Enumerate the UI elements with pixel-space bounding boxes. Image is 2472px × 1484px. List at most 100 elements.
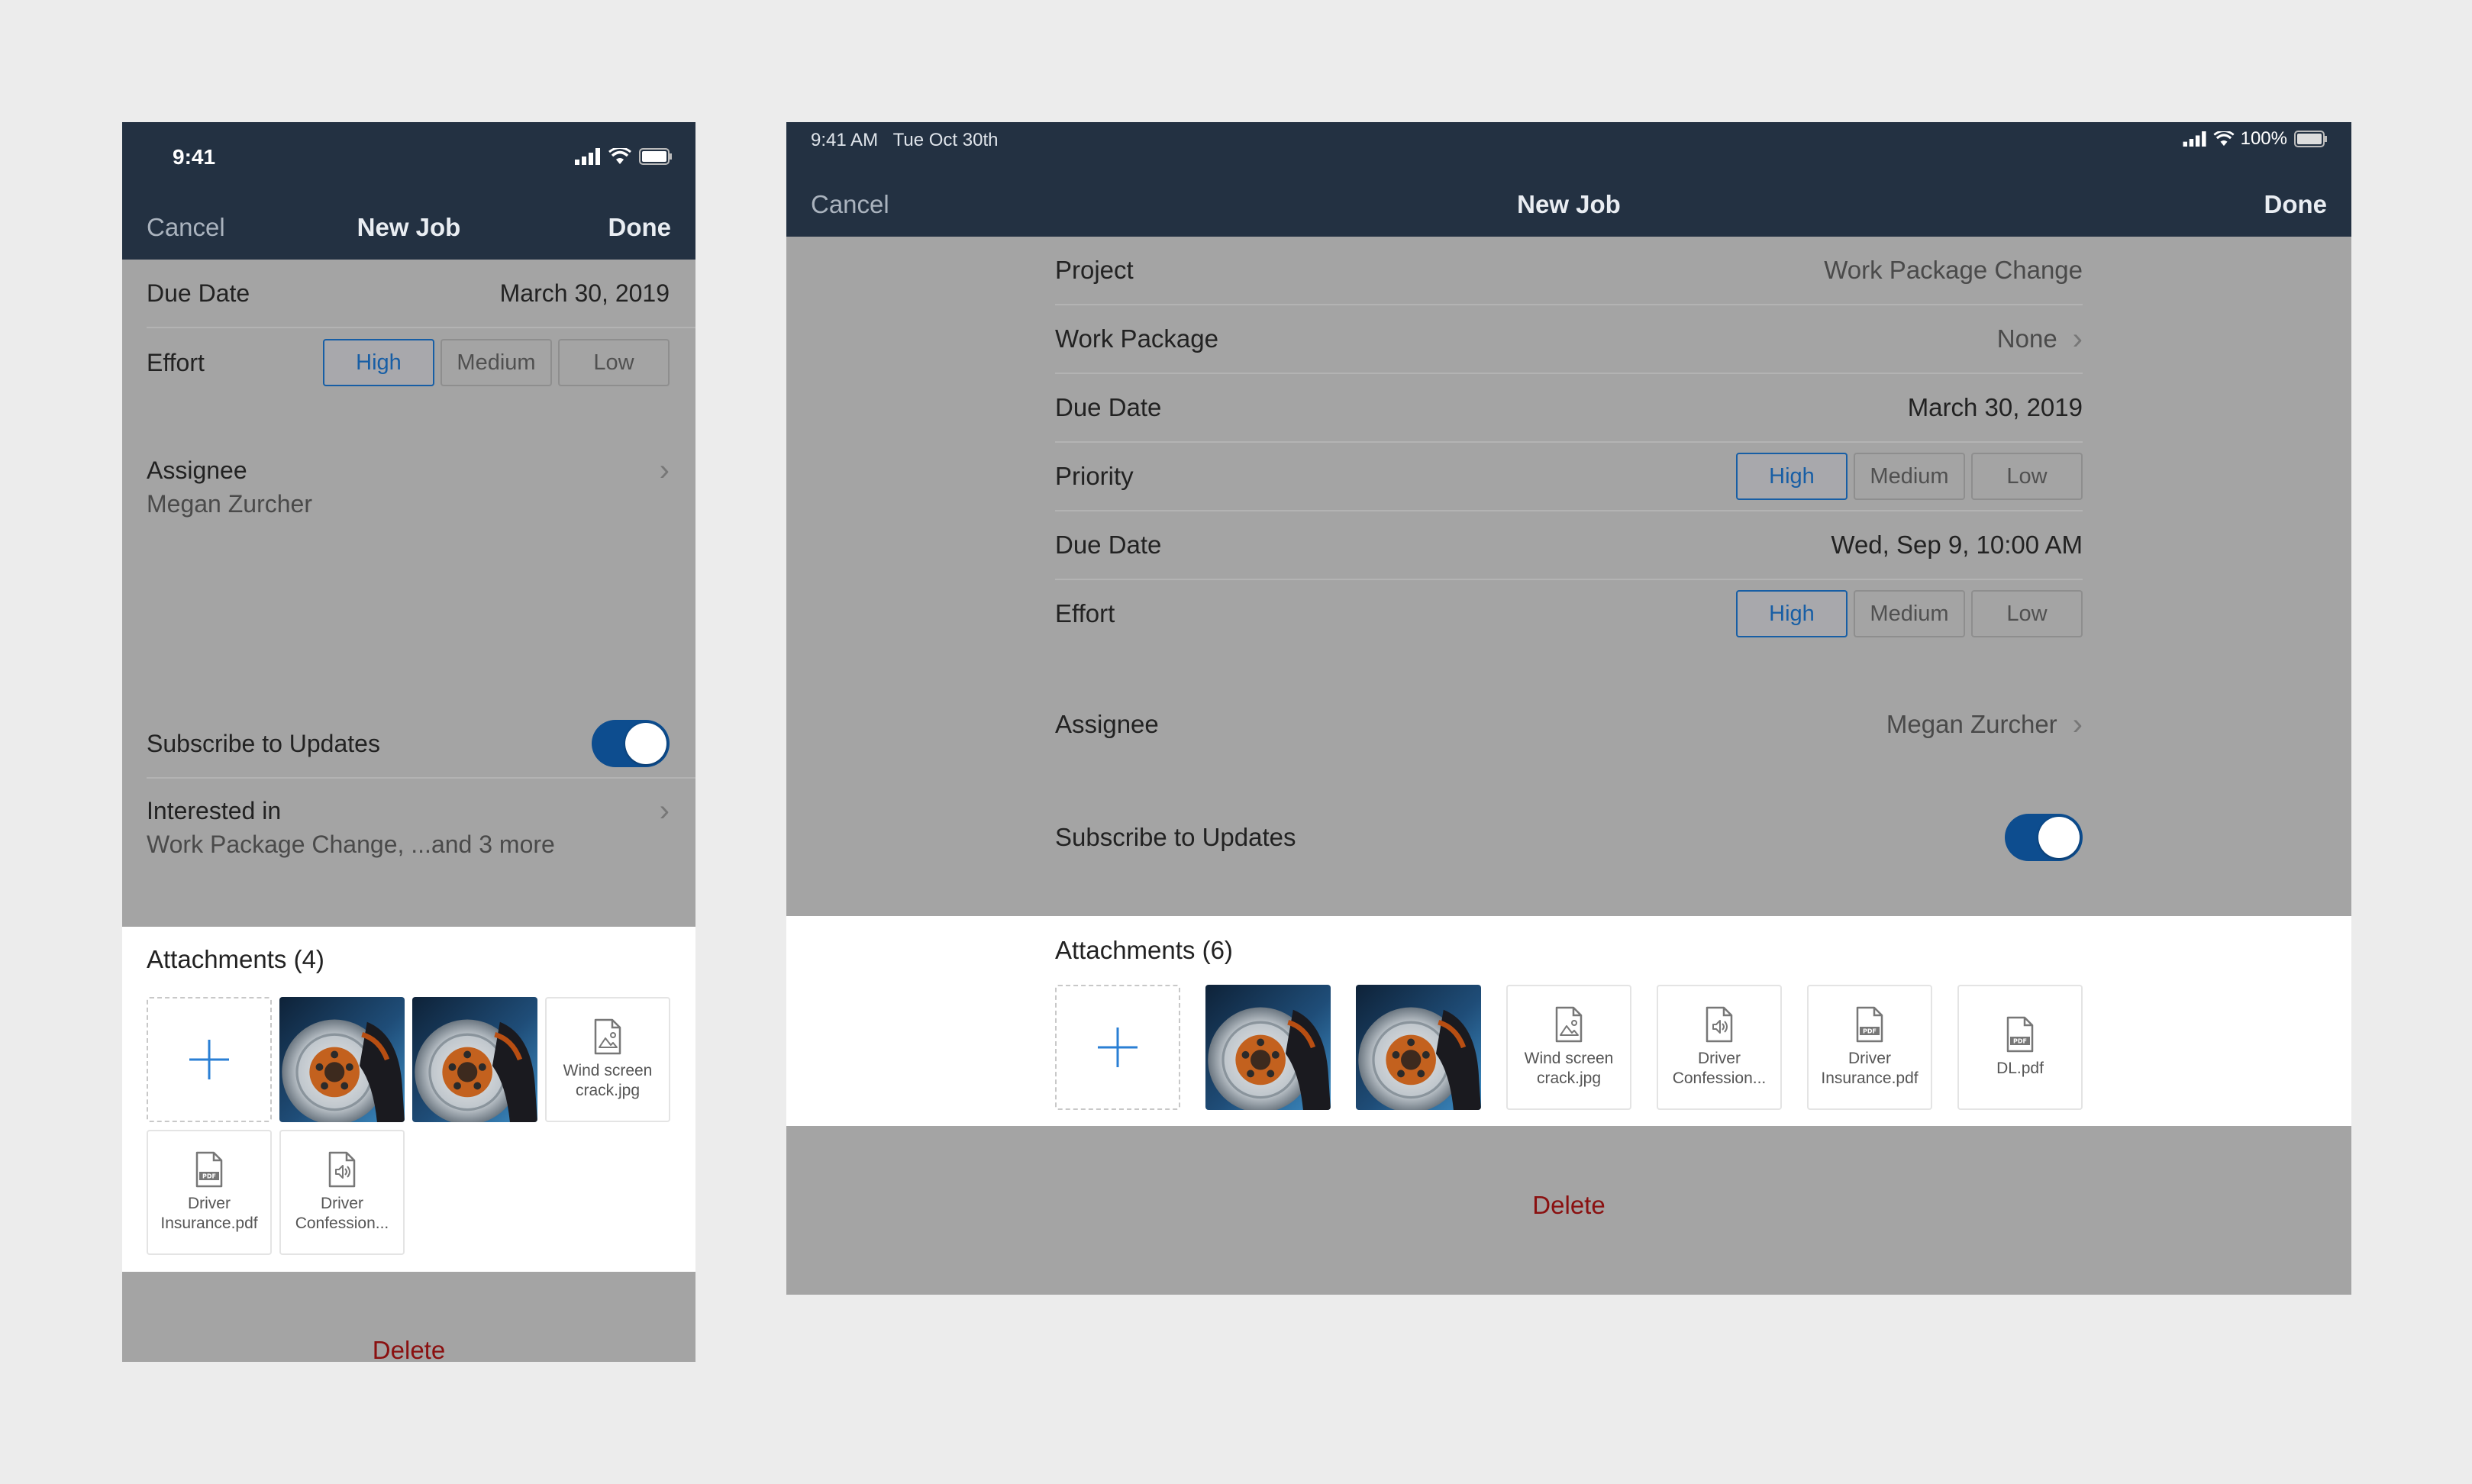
brake-photo-image: [1205, 985, 1331, 1110]
priority-low-option[interactable]: Low: [1971, 453, 2083, 500]
file-tile[interactable]: Wind screen crack.jpg: [545, 997, 670, 1122]
chevron-right-icon: ›: [659, 794, 670, 827]
due-date-label: Due Date: [1055, 393, 1162, 421]
file-tile[interactable]: Driver Confession...: [1657, 985, 1782, 1110]
effort-medium-option[interactable]: Medium: [1854, 590, 1965, 637]
work-package-label: Work Package: [1055, 324, 1218, 353]
toggle-knob: [625, 723, 666, 764]
file-name-line: Driver: [320, 1194, 363, 1212]
effort-low-option[interactable]: Low: [1971, 590, 2083, 637]
add-attachment-button[interactable]: [1055, 985, 1180, 1110]
audio-file-icon: [327, 1151, 357, 1188]
effort-label: Effort: [147, 348, 205, 376]
due-date-row[interactable]: Due Date March 30, 2019: [147, 260, 670, 327]
status-time-date: 9:41 AM Tue Oct 30th: [811, 130, 999, 150]
delete-button[interactable]: Delete: [122, 1318, 695, 1362]
due-date-row[interactable]: Due Date March 30, 2019: [1055, 374, 2083, 441]
pdf-file-icon: [194, 1151, 224, 1188]
file-name: DL.pdf: [1996, 1059, 2044, 1079]
file-tile[interactable]: Wind screen crack.jpg: [1506, 985, 1631, 1110]
file-name: Wind screen crack.jpg: [563, 1061, 653, 1102]
subscribe-toggle[interactable]: [592, 720, 670, 767]
due-date-time-row[interactable]: Due Date Wed, Sep 9, 10:00 AM: [1055, 511, 2083, 579]
file-name: Driver Confession...: [295, 1194, 389, 1234]
photo-thumbnail[interactable]: [1356, 985, 1481, 1110]
plus-icon: [189, 1040, 229, 1079]
pdf-file-icon: [2005, 1016, 2035, 1053]
assignee-value-group: Megan Zurcher ›: [1886, 708, 2083, 742]
effort-high-option[interactable]: High: [323, 339, 434, 386]
cancel-button[interactable]: Cancel: [147, 213, 225, 242]
done-button[interactable]: Done: [608, 213, 672, 242]
file-name-line: Wind screen: [1524, 1049, 1614, 1067]
subscribe-row: Subscribe to Updates: [147, 710, 670, 777]
nav-title: New Job: [1517, 189, 1621, 218]
phone-screen: 9:41 Cancel New Job Done Due Date March …: [122, 122, 695, 1362]
subscribe-row: Subscribe to Updates: [1055, 804, 2083, 871]
add-attachment-button[interactable]: [147, 997, 272, 1122]
tablet-nav-bar: Cancel New Job Done: [786, 172, 2351, 237]
due-date-value: March 30, 2019: [499, 279, 670, 307]
status-icons: [575, 148, 673, 165]
battery-icon: [639, 148, 672, 165]
delete-button[interactable]: Delete: [786, 1173, 2351, 1238]
phone-nav-bar: Cancel New Job Done: [122, 195, 695, 260]
assignee-row[interactable]: Assignee Megan Zurcher ›: [1055, 691, 2083, 758]
file-name-line: Driver: [1848, 1049, 1891, 1067]
file-tile[interactable]: Driver Insurance.pdf: [147, 1130, 272, 1255]
file-name-line: crack.jpg: [1536, 1069, 1602, 1087]
work-package-value-group: None ›: [1997, 322, 2083, 356]
status-time: 9:41: [173, 145, 216, 169]
status-icons: 100%: [2183, 128, 2328, 150]
photo-thumbnail[interactable]: [279, 997, 405, 1122]
brake-photo-image: [1356, 985, 1481, 1110]
interested-row[interactable]: Interested in Work Package Change, ...an…: [147, 779, 670, 878]
project-label: Project: [1055, 256, 1134, 284]
priority-medium-option[interactable]: Medium: [1854, 453, 1965, 500]
battery-percent: 100%: [2240, 128, 2287, 149]
brake-photo-image: [412, 997, 537, 1122]
file-name-line: Driver: [187, 1194, 231, 1212]
effort-medium-option[interactable]: Medium: [441, 339, 552, 386]
file-name: Wind screen crack.jpg: [1525, 1049, 1614, 1089]
assignee-label: Assignee: [1055, 710, 1159, 738]
effort-row: Effort High Medium Low: [147, 328, 670, 397]
work-package-value: None: [1996, 324, 2057, 353]
file-tile[interactable]: Driver Confession...: [279, 1130, 405, 1255]
plus-icon: [1098, 1028, 1138, 1067]
priority-high-option[interactable]: High: [1736, 453, 1848, 500]
signal-icon: [2183, 131, 2206, 147]
photo-thumbnail[interactable]: [1205, 985, 1331, 1110]
delete-label: Delete: [372, 1336, 446, 1362]
file-tile[interactable]: Driver Insurance.pdf: [1807, 985, 1932, 1110]
pdf-file-icon: [1854, 1006, 1885, 1043]
attachments-title: Attachments (6): [1055, 936, 1233, 964]
subscribe-toggle[interactable]: [2005, 814, 2083, 861]
audio-file-icon: [1704, 1006, 1735, 1043]
effort-low-option[interactable]: Low: [558, 339, 670, 386]
chevron-right-icon: ›: [2072, 707, 2083, 741]
file-name-line: Confession...: [1672, 1069, 1767, 1087]
project-row[interactable]: Project Work Package Change: [1055, 237, 2083, 304]
image-file-icon: [592, 1018, 623, 1055]
work-package-row[interactable]: Work Package None ›: [1055, 305, 2083, 373]
cancel-button[interactable]: Cancel: [811, 190, 889, 219]
done-button[interactable]: Done: [2264, 190, 2328, 219]
file-name-line: DL.pdf: [1996, 1059, 2044, 1077]
battery-icon: [2294, 131, 2327, 147]
file-name: Driver Insurance.pdf: [160, 1194, 257, 1234]
file-tile[interactable]: DL.pdf: [1957, 985, 2083, 1110]
file-name-line: Insurance.pdf: [1821, 1069, 1919, 1087]
effort-high-option[interactable]: High: [1736, 590, 1848, 637]
due-date-label: Due Date: [147, 279, 250, 307]
wifi-icon: [608, 148, 631, 164]
priority-row: Priority High Medium Low: [1055, 443, 2083, 510]
file-name-line: Confession...: [295, 1215, 389, 1232]
assignee-row[interactable]: Assignee Megan Zurcher ›: [147, 443, 670, 542]
attachments-section: Attachments (6) Wind screen crack.jpg Dr…: [786, 916, 2351, 1126]
file-name: Driver Confession...: [1673, 1049, 1767, 1089]
photo-thumbnail[interactable]: [412, 997, 537, 1122]
toggle-knob: [2038, 817, 2080, 858]
due-date-time-label: Due Date: [1055, 531, 1162, 559]
subscribe-label: Subscribe to Updates: [1055, 823, 1296, 851]
